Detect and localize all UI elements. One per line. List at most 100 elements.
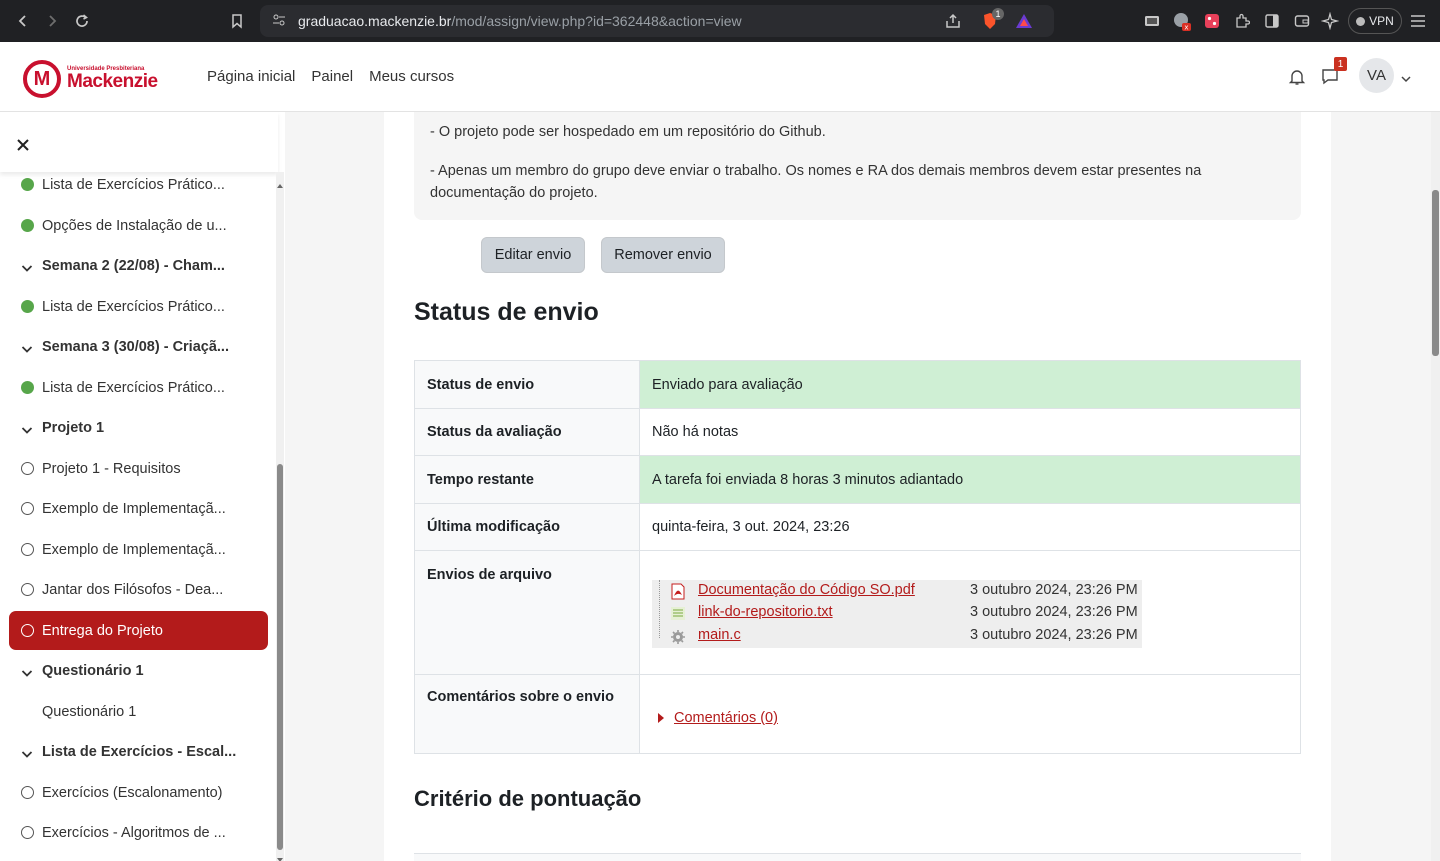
sidebar-item-label: Semana 3 (30/08) - Criaçã...	[42, 338, 229, 355]
sidebar-item-label: Questionário 1	[42, 662, 144, 679]
submission-status-heading: Status de envio	[414, 298, 599, 326]
incomplete-icon	[21, 543, 34, 556]
table-row: Tempo restante A tarefa foi enviada 8 ho…	[414, 455, 1301, 504]
messages-badge: 1	[1334, 57, 1347, 71]
scroll-up-icon[interactable]	[276, 176, 284, 194]
sidebar-item[interactable]: Projeto 1 - Requisitos	[9, 449, 268, 488]
nav-dashboard[interactable]: Painel	[311, 68, 353, 85]
sidebar-item[interactable]: Lista de Exercícios Prático...	[9, 368, 268, 407]
menu-icon[interactable]	[1408, 11, 1428, 31]
file-date: 3 outubro 2024, 23:26 PM	[970, 626, 1138, 643]
completed-icon	[21, 178, 34, 191]
description-line-1: - O projeto pode ser hospedado em um rep…	[430, 124, 826, 140]
remove-submission-button[interactable]: Remover envio	[601, 237, 725, 273]
shield-badge: 1	[992, 8, 1004, 20]
brave-rewards-icon[interactable]	[1014, 12, 1034, 35]
sidebar-item-label: Lista de Exercícios Prático...	[42, 298, 225, 315]
sidebar-item[interactable]: Opções de Instalação de u...	[9, 206, 268, 245]
url-text[interactable]: graduacao.mackenzie.br/mod/assign/view.p…	[298, 13, 742, 29]
sidebar-section[interactable]: Semana 2 (22/08) - Cham...	[9, 246, 268, 285]
table-row: Comentários sobre o envio Comentários (0…	[414, 674, 1301, 754]
sidebar-item-label: Lista de Exercícios - Escal...	[42, 743, 237, 760]
file-row: Documentação do Código SO.pdf 3 outubro …	[652, 581, 1142, 603]
sidebar-item[interactable]: Exemplo de Implementaçã...	[9, 530, 268, 569]
browser-toolbar: graduacao.mackenzie.br/mod/assign/view.p…	[0, 0, 1440, 42]
extension-app-icon[interactable]	[1202, 11, 1222, 31]
file-link[interactable]: Documentação do Código SO.pdf	[698, 582, 915, 598]
nav-my-courses[interactable]: Meus cursos	[369, 68, 454, 85]
logo-title: Mackenzie	[67, 71, 158, 92]
criteria-table-top	[414, 853, 1301, 861]
sidebar-icon[interactable]	[1262, 11, 1282, 31]
comments-toggle[interactable]: Comentários (0)	[658, 710, 1288, 726]
file-link[interactable]: link-do-repositorio.txt	[698, 604, 833, 620]
sidebar-item[interactable]: Lista de Exercícios Prático...	[9, 165, 268, 204]
scroll-down-icon[interactable]	[276, 850, 284, 861]
sidebar-item[interactable]: Entrega do Projeto	[9, 611, 268, 650]
notifications-bell-icon[interactable]	[1288, 68, 1306, 91]
sidebar-item[interactable]: Jantar dos Filósofos - Dea...	[9, 570, 268, 609]
sidebar-section[interactable]: Lista de Exercícios - Escal...	[9, 732, 268, 771]
forward-icon[interactable]	[37, 6, 67, 36]
sidebar-item-label: Questionário 1	[42, 703, 137, 720]
screenshot-icon[interactable]	[1142, 11, 1162, 31]
chevron-down-icon	[21, 666, 34, 679]
incomplete-icon	[21, 786, 34, 799]
sidebar-item[interactable]: Lista de Exercícios Prático...	[9, 287, 268, 326]
chevron-down-icon[interactable]	[1401, 70, 1411, 88]
sidebar-item-label: Exercícios (Escalonamento)	[42, 784, 223, 801]
comments-cell: Comentários (0)	[639, 674, 1301, 754]
address-bar[interactable]: graduacao.mackenzie.br/mod/assign/view.p…	[260, 5, 1054, 37]
text-file-icon	[670, 605, 686, 622]
completed-icon	[21, 300, 34, 313]
user-avatar[interactable]: VA	[1359, 58, 1394, 93]
share-icon[interactable]	[944, 12, 962, 35]
sidebar-item-label: Exercícios - Algoritmos de ...	[42, 824, 226, 841]
file-tree: Documentação do Código SO.pdf 3 outubro …	[652, 579, 1142, 648]
sidebar-item-label: Semana 2 (22/08) - Cham...	[42, 257, 225, 274]
adblock-icon[interactable]: x	[1172, 11, 1192, 31]
row-key: Comentários sobre o envio	[414, 674, 640, 754]
drawer-scrollbar-thumb[interactable]	[277, 464, 283, 850]
page-scrollbar-thumb[interactable]	[1432, 190, 1439, 356]
table-row: Status de envio Enviado para avaliação	[414, 360, 1301, 409]
comments-link[interactable]: Comentários (0)	[674, 710, 778, 726]
reload-icon[interactable]	[67, 6, 97, 36]
sidebar-item[interactable]: Exercícios - Algoritmos de ...	[9, 813, 268, 852]
drawer-header	[0, 112, 278, 172]
file-row: main.c 3 outubro 2024, 23:26 PM	[652, 626, 1142, 648]
chevron-down-icon	[21, 342, 34, 355]
sidebar-item-label: Entrega do Projeto	[42, 622, 163, 639]
sidebar-item-label: Opções de Instalação de u...	[42, 217, 227, 234]
close-drawer-icon[interactable]	[16, 132, 38, 154]
sidebar-item-label: Lista de Exercícios Prático...	[42, 379, 225, 396]
leo-ai-icon[interactable]	[1320, 11, 1340, 31]
mackenzie-logo[interactable]: M Universidade Presbiteriana Mackenzie	[23, 60, 158, 98]
edit-submission-button[interactable]: Editar envio	[481, 237, 585, 273]
primary-navigation: Página inicial Painel Meus cursos	[207, 68, 470, 85]
nav-home[interactable]: Página inicial	[207, 68, 295, 85]
row-key: Status de envio	[414, 360, 640, 409]
row-key: Última modificação	[414, 503, 640, 551]
vpn-button[interactable]: VPN	[1348, 8, 1402, 34]
sidebar-item[interactable]: Exemplo de Implementaçã...	[9, 489, 268, 528]
vpn-status-icon	[1356, 16, 1366, 26]
extension-icon[interactable]	[1232, 11, 1252, 31]
file-link[interactable]: main.c	[698, 627, 741, 643]
sidebar-section[interactable]: Questionário 1	[9, 651, 268, 690]
chevron-down-icon	[21, 423, 34, 436]
completed-icon	[21, 219, 34, 232]
bookmark-icon[interactable]	[222, 6, 252, 36]
site-settings-icon[interactable]	[272, 13, 286, 32]
sidebar-item[interactable]: Exercícios (Escalonamento)	[9, 773, 268, 812]
sidebar-section[interactable]: Projeto 1	[9, 408, 268, 447]
sidebar-item[interactable]: Questionário 1	[9, 692, 268, 731]
sidebar-section[interactable]: Semana 3 (30/08) - Criaçã...	[9, 327, 268, 366]
back-icon[interactable]	[8, 6, 38, 36]
wallet-icon[interactable]	[1292, 11, 1312, 31]
file-date: 3 outubro 2024, 23:26 PM	[970, 603, 1138, 620]
source-file-icon	[670, 628, 686, 645]
row-key: Envios de arquivo	[414, 550, 640, 675]
file-row: link-do-repositorio.txt 3 outubro 2024, …	[652, 603, 1142, 625]
sidebar-item-label: Projeto 1	[42, 419, 105, 436]
